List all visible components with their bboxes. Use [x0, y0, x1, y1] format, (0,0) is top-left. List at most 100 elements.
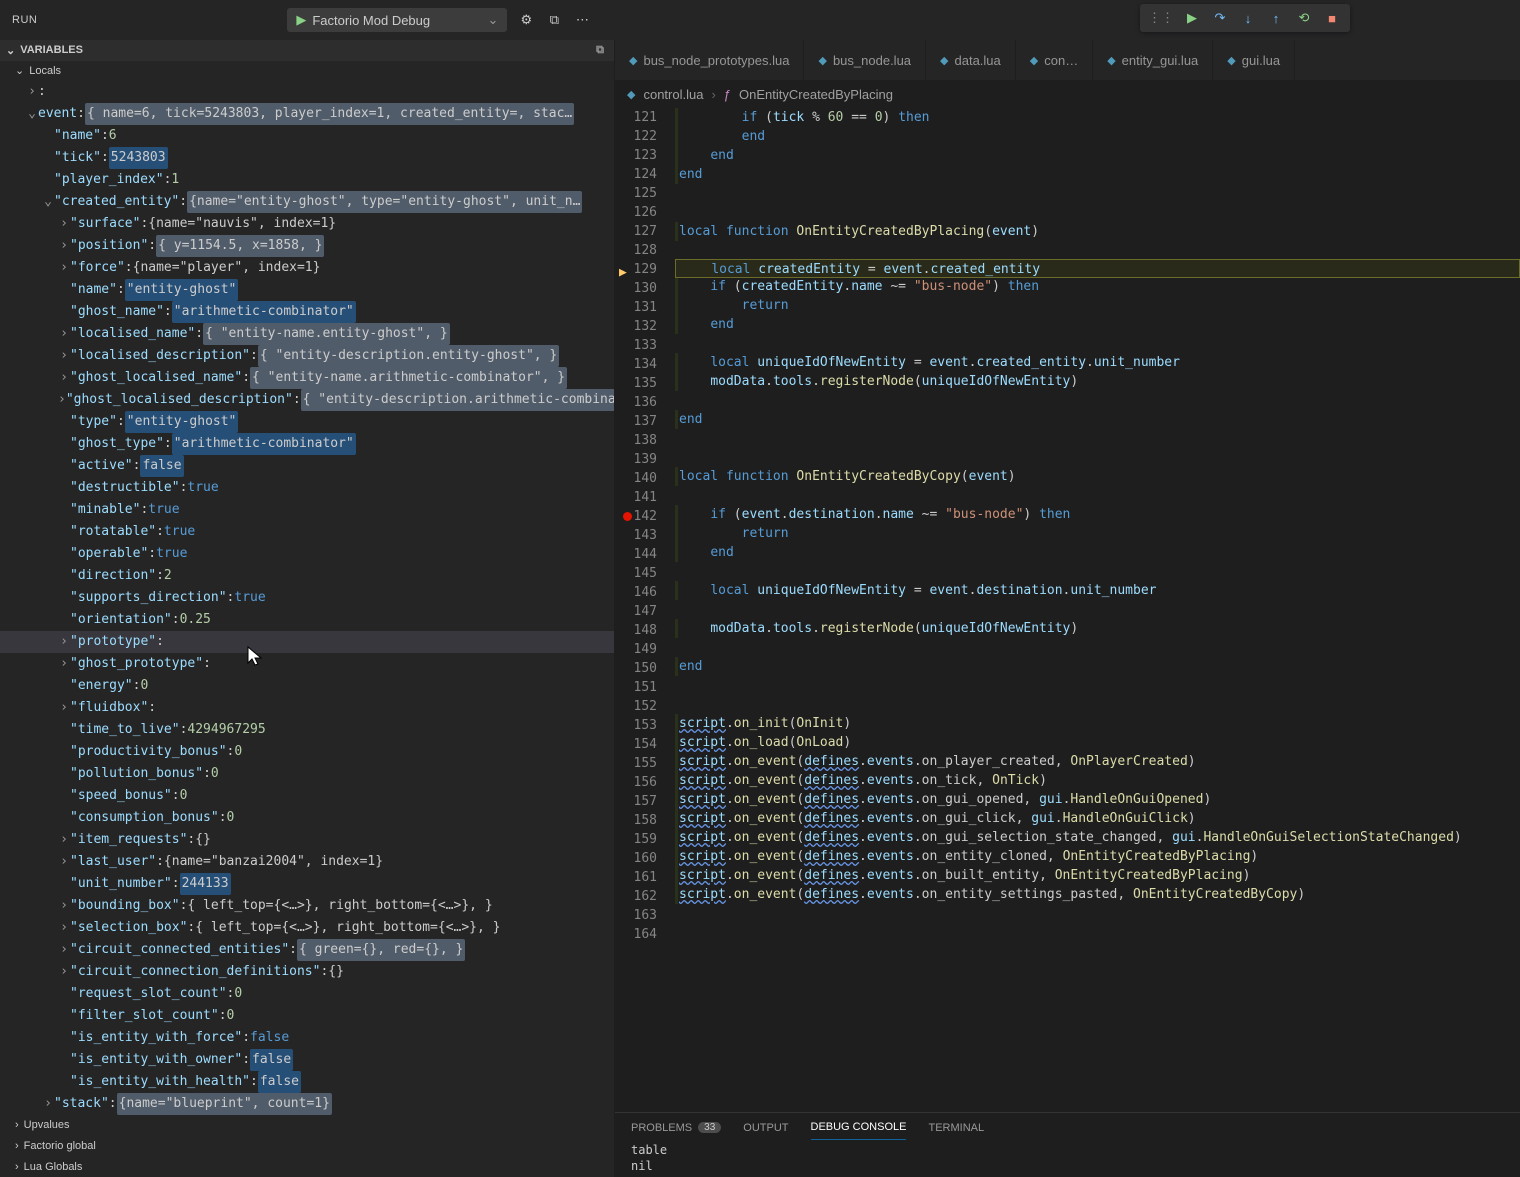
variable-row[interactable]: ›"ghost_localised_description": { "entit… [0, 389, 614, 411]
line-number[interactable]: 164 [615, 925, 657, 944]
variable-row[interactable]: "time_to_live": 4294967295 [0, 719, 614, 741]
line-number[interactable]: 131 [615, 298, 657, 317]
editor-tab[interactable]: ◆bus_node.lua [804, 40, 926, 80]
code-line[interactable]: script.on_event(defines.events.on_entity… [675, 847, 1520, 866]
code-line[interactable] [675, 638, 1520, 657]
variable-row[interactable]: "productivity_bonus": 0 [0, 741, 614, 763]
line-number[interactable]: 163 [615, 906, 657, 925]
code-line[interactable] [675, 429, 1520, 448]
variable-row[interactable]: "speed_bonus": 0 [0, 785, 614, 807]
tab-output[interactable]: OUTPUT [743, 1121, 788, 1140]
debug-config-select[interactable]: ▶ Factorio Mod Debug ⌄ [287, 8, 507, 32]
variable-row[interactable]: ›"ghost_prototype": [0, 653, 614, 675]
variable-row[interactable]: ›"stack": {name="blueprint", count=1} [0, 1093, 614, 1115]
variable-row[interactable]: ›"prototype": [0, 631, 614, 653]
variable-row[interactable]: ›"force": {name="player", index=1} [0, 257, 614, 279]
code-line[interactable] [675, 241, 1520, 260]
variable-row[interactable]: ⌄"created_entity": {name="entity-ghost",… [0, 191, 614, 213]
editor-tab[interactable]: ◆bus_node_prototypes.lua [615, 40, 804, 80]
line-number[interactable]: 139 [615, 450, 657, 469]
code-line[interactable] [675, 391, 1520, 410]
variable-row[interactable]: "name": "entity-ghost" [0, 279, 614, 301]
line-number[interactable]: 161 [615, 868, 657, 887]
variable-row[interactable]: ›"item_requests": {} [0, 829, 614, 851]
code-line[interactable]: end [675, 657, 1520, 676]
code-line[interactable] [675, 486, 1520, 505]
code-line[interactable]: script.on_event(defines.events.on_tick, … [675, 771, 1520, 790]
restart-icon[interactable]: ⟲ [1294, 8, 1314, 28]
line-number[interactable]: 146 [615, 583, 657, 602]
line-number[interactable]: 137 [615, 412, 657, 431]
line-number[interactable]: 128 [615, 241, 657, 260]
variable-row[interactable]: "name": 6 [0, 125, 614, 147]
variable-row[interactable]: ›"bounding_box": { left_top={<…>}, right… [0, 895, 614, 917]
variable-row[interactable]: ›"localised_name": { "entity-name.entity… [0, 323, 614, 345]
variable-row[interactable]: "is_entity_with_owner": false [0, 1049, 614, 1071]
variable-row[interactable]: ›"surface": {name="nauvis", index=1} [0, 213, 614, 235]
line-number[interactable]: 149 [615, 640, 657, 659]
variable-row[interactable]: "is_entity_with_health": false [0, 1071, 614, 1093]
line-number[interactable]: 141 [615, 488, 657, 507]
line-number[interactable]: 123 [615, 146, 657, 165]
code-line[interactable]: local function OnEntityCreatedByCopy(eve… [675, 467, 1520, 486]
code-line[interactable] [675, 448, 1520, 467]
code-line[interactable] [675, 334, 1520, 353]
variable-row[interactable]: "player_index": 1 [0, 169, 614, 191]
editor-tab[interactable]: ◆con… [1016, 40, 1093, 80]
variable-row[interactable]: ›"localised_description": { "entity-desc… [0, 345, 614, 367]
line-number[interactable]: 125 [615, 184, 657, 203]
line-number[interactable]: 142 [615, 507, 657, 526]
variable-row[interactable]: "tick": 5243803 [0, 147, 614, 169]
stop-icon[interactable]: ■ [1322, 8, 1342, 28]
code-line[interactable]: end [675, 127, 1520, 146]
line-number[interactable]: 133 [615, 336, 657, 355]
code-line[interactable]: end [675, 146, 1520, 165]
line-number[interactable]: 124 [615, 165, 657, 184]
code-line[interactable]: script.on_event(defines.events.on_gui_cl… [675, 809, 1520, 828]
line-number[interactable]: 157 [615, 792, 657, 811]
continue-icon[interactable]: ▶ [1182, 8, 1202, 28]
more-icon[interactable]: ⋯ [573, 11, 591, 29]
line-number[interactable]: 155 [615, 754, 657, 773]
tab-debug-console[interactable]: DEBUG CONSOLE [811, 1121, 907, 1140]
variable-row[interactable]: ›"selection_box": { left_top={<…>}, righ… [0, 917, 614, 939]
variable-row[interactable]: ›"last_user": {name="banzai2004", index=… [0, 851, 614, 873]
line-number[interactable]: 162 [615, 887, 657, 906]
line-number[interactable]: 135 [615, 374, 657, 393]
code-line[interactable]: end [675, 543, 1520, 562]
code-line[interactable]: end [675, 165, 1520, 184]
editor-tab[interactable]: ◆entity_gui.lua [1093, 40, 1213, 80]
code-line[interactable]: script.on_event(defines.events.on_player… [675, 752, 1520, 771]
variable-row[interactable]: "destructible": true [0, 477, 614, 499]
code-line[interactable]: script.on_event(defines.events.on_entity… [675, 885, 1520, 904]
tab-problems[interactable]: PROBLEMS 33 [631, 1121, 721, 1140]
code-line[interactable] [675, 676, 1520, 695]
code-line[interactable]: modData.tools.registerNode(uniqueIdOfNew… [675, 619, 1520, 638]
variable-row[interactable]: ›"circuit_connected_entities": { green={… [0, 939, 614, 961]
code-line[interactable]: script.on_init(OnInit) [675, 714, 1520, 733]
code-line[interactable]: return [675, 296, 1520, 315]
variable-row[interactable]: "type": "entity-ghost" [0, 411, 614, 433]
step-out-icon[interactable]: ↑ [1266, 8, 1286, 28]
variable-row[interactable]: "unit_number": 244133 [0, 873, 614, 895]
editor-tab[interactable]: ◆data.lua [926, 40, 1016, 80]
line-number[interactable]: 154 [615, 735, 657, 754]
code-line[interactable]: modData.tools.registerNode(uniqueIdOfNew… [675, 372, 1520, 391]
line-number[interactable]: 130 [615, 279, 657, 298]
code-line[interactable]: if (event.destination.name ~= "bus-node"… [675, 505, 1520, 524]
code-lines[interactable]: if (tick % 60 == 0) then end endendlocal… [675, 108, 1520, 1112]
variable-row[interactable]: "orientation": 0.25 [0, 609, 614, 631]
line-number[interactable]: 129▶ [615, 260, 657, 279]
code-line[interactable] [675, 203, 1520, 222]
line-number[interactable]: 122 [615, 127, 657, 146]
code-line[interactable]: return [675, 524, 1520, 543]
code-line[interactable]: local createdEntity = event.created_enti… [675, 259, 1520, 278]
variable-row[interactable]: "active": false [0, 455, 614, 477]
screen-icon[interactable]: ⧉ [545, 11, 563, 29]
line-number[interactable]: 143 [615, 526, 657, 545]
step-over-icon[interactable]: ↷ [1210, 8, 1230, 28]
variable-row[interactable]: "ghost_name": "arithmetic-combinator" [0, 301, 614, 323]
line-number[interactable]: 153 [615, 716, 657, 735]
code-line[interactable]: local uniqueIdOfNewEntity = event.create… [675, 353, 1520, 372]
line-number[interactable]: 144 [615, 545, 657, 564]
